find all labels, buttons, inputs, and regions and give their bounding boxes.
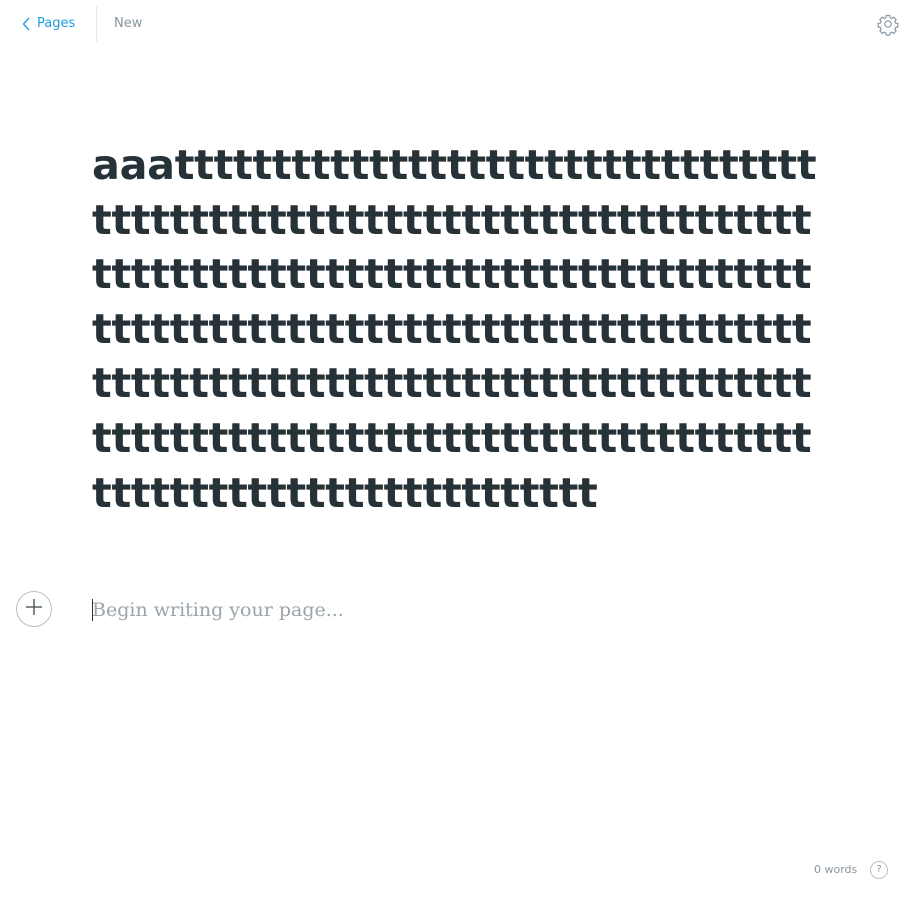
page-body-editor[interactable]: Begin writing your page... <box>92 596 822 624</box>
nav-divider <box>96 6 97 42</box>
add-block-button[interactable] <box>16 591 52 627</box>
back-link-label: Pages <box>37 16 76 31</box>
settings-button[interactable] <box>876 12 900 36</box>
help-button[interactable]: ? <box>870 861 888 879</box>
back-to-pages-link[interactable]: Pages <box>22 13 75 35</box>
chevron-left-icon <box>22 17 31 31</box>
gear-icon <box>876 14 900 40</box>
page-title[interactable]: aaattttttttttttttttttttttttttttttttttttt… <box>92 138 822 520</box>
word-count: 0 words <box>814 863 858 876</box>
question-mark-icon: ? <box>876 864 882 875</box>
body-placeholder: Begin writing your page... <box>92 599 344 621</box>
page-status-label: New <box>114 16 143 31</box>
text-caret <box>92 599 93 621</box>
top-bar: Pages New <box>0 0 911 48</box>
plus-icon <box>25 598 43 620</box>
